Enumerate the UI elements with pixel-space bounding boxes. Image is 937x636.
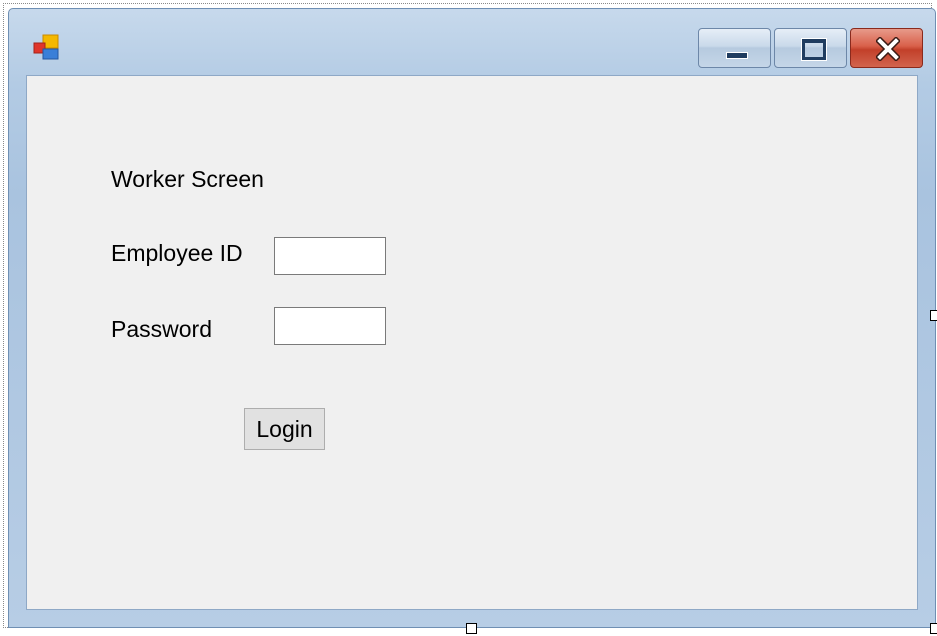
close-icon <box>875 36 901 62</box>
employee-id-input[interactable] <box>274 237 386 275</box>
minimize-icon <box>726 52 748 59</box>
caption-buttons <box>695 28 923 70</box>
worker-screen-heading: Worker Screen <box>111 166 264 192</box>
form-window: Worker Screen Employee ID Password Login <box>8 8 936 628</box>
minimize-button[interactable] <box>698 28 771 68</box>
title-bar[interactable] <box>9 9 935 75</box>
designer-surface: Worker Screen Employee ID Password Login <box>0 0 937 636</box>
resize-handle-bottom[interactable] <box>466 623 477 634</box>
maximize-button[interactable] <box>774 28 847 68</box>
close-button[interactable] <box>850 28 923 68</box>
employee-id-label: Employee ID <box>111 240 243 266</box>
windows-forms-app-icon <box>31 33 63 65</box>
password-input[interactable] <box>274 307 386 345</box>
maximize-icon <box>802 39 826 60</box>
login-button[interactable]: Login <box>244 408 325 450</box>
resize-handle-corner[interactable] <box>930 623 937 634</box>
password-label: Password <box>111 316 212 342</box>
resize-handle-right[interactable] <box>930 310 937 321</box>
form-client-area: Worker Screen Employee ID Password Login <box>26 75 918 610</box>
